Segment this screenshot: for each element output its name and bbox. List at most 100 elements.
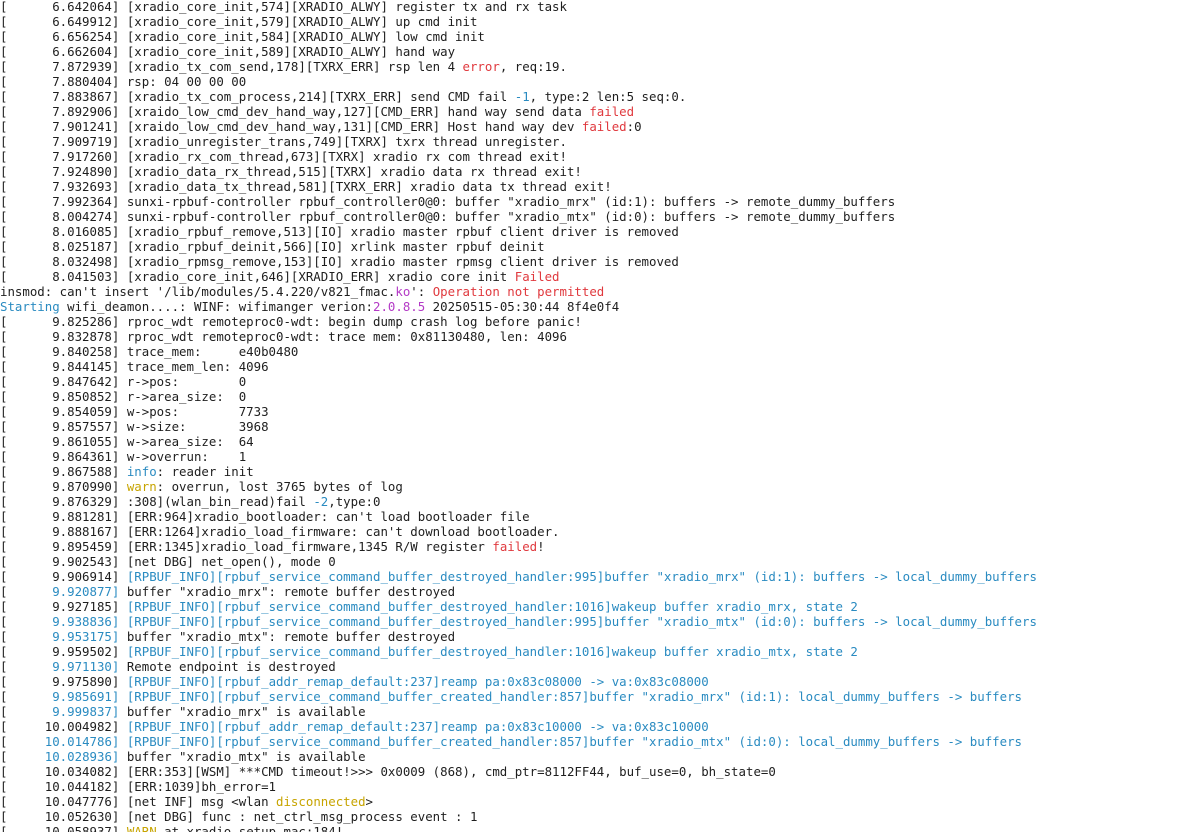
log-segment: [ 9.975890] bbox=[0, 674, 127, 689]
log-segment: WARN bbox=[126, 824, 157, 832]
log-segment: [ 7.901241] [xraido_low_cmd_dev_hand_way… bbox=[0, 119, 582, 134]
log-segment: [ 9.825286] rproc_wdt remoteproc0-wdt: b… bbox=[0, 314, 582, 329]
log-segment: disconnected bbox=[276, 794, 366, 809]
log-segment: [ 7.909719] [xradio_unregister_trans,749… bbox=[0, 134, 567, 149]
log-line: [ 8.016085] [xradio_rpbuf_remove,513][IO… bbox=[0, 224, 679, 239]
log-segment: [ 6.662604] [xradio_core_init,589][XRADI… bbox=[0, 44, 456, 59]
log-line: [ 9.953175] buffer "xradio_mtx": remote … bbox=[0, 629, 455, 644]
log-line: [ 9.847642] r->pos: 0 bbox=[0, 374, 246, 389]
log-line: [ 9.975890] [RPBUF_INFO][rpbuf_addr_rema… bbox=[0, 674, 709, 689]
log-segment: ko bbox=[395, 284, 411, 299]
log-segment: [ 10.044182] [ERR:1039]bh_error=1 bbox=[0, 779, 277, 794]
log-segment: failed bbox=[492, 539, 538, 554]
log-line: [ 6.662604] [xradio_core_init,589][XRADI… bbox=[0, 44, 455, 59]
log-segment: [ 9.927185] bbox=[0, 599, 127, 614]
log-line: [ 10.014786] [RPBUF_INFO][rpbuf_service_… bbox=[0, 734, 1022, 749]
log-segment: [ 9.861055] w->area_size: 64 bbox=[0, 434, 254, 449]
log-segment: > bbox=[365, 794, 374, 809]
log-line: [ 9.850852] r->area_size: 0 bbox=[0, 389, 246, 404]
log-segment: error bbox=[462, 59, 500, 74]
log-line: [ 9.999837] buffer "xradio_mrx" is avail… bbox=[0, 704, 366, 719]
log-segment: [ 9.959502] bbox=[0, 644, 127, 659]
log-line: [ 10.034082] [ERR:353][WSM] ***CMD timeo… bbox=[0, 764, 776, 779]
log-line: [ 7.909719] [xradio_unregister_trans,749… bbox=[0, 134, 567, 149]
log-segment: -1 bbox=[514, 89, 530, 104]
log-line: [ 6.642064] [xradio_core_init,574][XRADI… bbox=[0, 0, 567, 14]
log-line: [ 9.825286] rproc_wdt remoteproc0-wdt: b… bbox=[0, 314, 582, 329]
log-line: [ 8.041503] [xradio_core_init,646][XRADI… bbox=[0, 269, 560, 284]
log-line: [ 9.876329] :308](wlan_bin_read)fail -2,… bbox=[0, 494, 380, 509]
log-segment: failed bbox=[589, 104, 635, 119]
log-segment: 2.0.8.5 bbox=[373, 299, 426, 314]
log-line: [ 9.920877] buffer "xradio_mrx": remote … bbox=[0, 584, 455, 599]
log-segment: [ 6.656254] [xradio_core_init,584][XRADI… bbox=[0, 29, 485, 44]
log-line: [ 10.044182] [ERR:1039]bh_error=1 bbox=[0, 779, 276, 794]
log-line: [ 10.004982] [RPBUF_INFO][rpbuf_addr_rem… bbox=[0, 719, 709, 734]
log-line: [ 9.861055] w->area_size: 64 bbox=[0, 434, 254, 449]
log-segment: 10.014786] [RPBUF_INFO][rpbuf_service_co… bbox=[44, 734, 1022, 749]
log-line: [ 9.927185] [RPBUF_INFO][rpbuf_service_c… bbox=[0, 599, 858, 614]
log-segment: [ 9.870990] bbox=[0, 479, 127, 494]
log-segment: :0 bbox=[626, 119, 642, 134]
log-segment: -2 bbox=[313, 494, 329, 509]
log-segment: [ bbox=[0, 749, 45, 764]
log-segment: [RPBUF_INFO][rpbuf_service_command_buffe… bbox=[126, 599, 858, 614]
log-segment: [ 9.850852] r->area_size: 0 bbox=[0, 389, 247, 404]
log-segment: : reader init bbox=[156, 464, 254, 479]
log-segment: buffer "xradio_mtx" is available bbox=[119, 749, 366, 764]
log-line: [ 9.895459] [ERR:1345]xradio_load_firmwa… bbox=[0, 539, 545, 554]
log-segment: [ 8.041503] [xradio_core_init,646][XRADI… bbox=[0, 269, 515, 284]
log-line: [ 8.004274] sunxi-rpbuf-controller rpbuf… bbox=[0, 209, 895, 224]
log-segment: [ 7.880404] rsp: 04 00 00 00 bbox=[0, 74, 247, 89]
log-line: [ 9.864361] w->overrun: 1 bbox=[0, 449, 246, 464]
log-segment: ': bbox=[410, 284, 433, 299]
log-line: Starting wifi_deamon....: WINF: wifimang… bbox=[0, 299, 619, 314]
log-segment: [ 9.854059] w->pos: 7733 bbox=[0, 404, 269, 419]
log-line: [ 9.870990] warn: overrun, lost 3765 byt… bbox=[0, 479, 403, 494]
log-segment: [ 9.876329] :308](wlan_bin_read)fail bbox=[0, 494, 314, 509]
log-line: [ 6.649912] [xradio_core_init,579][XRADI… bbox=[0, 14, 477, 29]
log-segment: buffer "xradio_mrx": remote buffer destr… bbox=[119, 584, 456, 599]
log-segment: , type:2 len:5 seq:0. bbox=[529, 89, 687, 104]
log-segment: Starting bbox=[0, 299, 60, 314]
log-segment: 9.920877] bbox=[52, 584, 120, 599]
log-segment: 9.953175] bbox=[52, 629, 120, 644]
log-segment: 10.028936] bbox=[44, 749, 120, 764]
log-segment: [ 9.840258] trace_mem: e40b0480 bbox=[0, 344, 299, 359]
log-segment: 9.985691] [RPBUF_INFO][rpbuf_service_com… bbox=[52, 689, 1022, 704]
log-segment: buffer "xradio_mrx" is available bbox=[119, 704, 366, 719]
log-line: [ 9.881281] [ERR:964]xradio_bootloader: … bbox=[0, 509, 530, 524]
log-segment: Remote endpoint is destroyed bbox=[119, 659, 336, 674]
terminal-output[interactable]: [ 6.642064] [xradio_core_init,574][XRADI… bbox=[0, 0, 1204, 832]
log-segment: wifi_deamon....: WINF: wifimanger verion… bbox=[59, 299, 373, 314]
log-segment: [ 8.032498] [xradio_rpmsg_remove,153][IO… bbox=[0, 254, 679, 269]
log-segment: Failed bbox=[514, 269, 560, 284]
log-line: [ 10.058937] WARN at xradio_setup_mac:18… bbox=[0, 824, 343, 832]
log-line: insmod: can't insert '/lib/modules/5.4.2… bbox=[0, 284, 604, 299]
log-segment: [ 7.992364] sunxi-rpbuf-controller rpbuf… bbox=[0, 194, 896, 209]
log-segment: [ bbox=[0, 734, 45, 749]
log-segment: [ 7.917260] [xradio_rx_com_thread,673][T… bbox=[0, 149, 567, 164]
log-segment: at xradio_setup_mac:184! bbox=[156, 824, 344, 832]
log-segment: [ 6.649912] [xradio_core_init,579][XRADI… bbox=[0, 14, 478, 29]
log-segment: [ bbox=[0, 659, 53, 674]
log-line: [ 7.992364] sunxi-rpbuf-controller rpbuf… bbox=[0, 194, 895, 209]
log-line: [ 7.872939] [xradio_tx_com_send,178][TXR… bbox=[0, 59, 567, 74]
log-line: [ 8.025187] [xradio_rpbuf_deinit,566][IO… bbox=[0, 239, 545, 254]
log-segment: [ 9.832878] rproc_wdt remoteproc0-wdt: t… bbox=[0, 329, 567, 344]
log-line: [ 9.888167] [ERR:1264]xradio_load_firmwa… bbox=[0, 524, 560, 539]
log-segment: [ 9.895459] [ERR:1345]xradio_load_firmwa… bbox=[0, 539, 493, 554]
log-segment: [ 10.052630] [net DBG] func : net_ctrl_m… bbox=[0, 809, 478, 824]
log-segment: [ 7.872939] [xradio_tx_com_send,178][TXR… bbox=[0, 59, 463, 74]
log-segment: [ 10.034082] [ERR:353][WSM] ***CMD timeo… bbox=[0, 764, 776, 779]
log-segment: [RPBUF_INFO][rpbuf_addr_remap_default:23… bbox=[126, 674, 709, 689]
log-segment: [ bbox=[0, 689, 53, 704]
log-segment: [ 7.883867] [xradio_tx_com_process,214][… bbox=[0, 89, 515, 104]
log-line: [ 7.924890] [xradio_data_rx_thread,515][… bbox=[0, 164, 582, 179]
log-segment: [ 8.004274] sunxi-rpbuf-controller rpbuf… bbox=[0, 209, 896, 224]
log-segment: [ 8.025187] [xradio_rpbuf_deinit,566][IO… bbox=[0, 239, 545, 254]
log-segment: [ 10.047776] [net INF] msg <wlan bbox=[0, 794, 277, 809]
log-line: [ 6.656254] [xradio_core_init,584][XRADI… bbox=[0, 29, 485, 44]
log-line: [ 7.901241] [xraido_low_cmd_dev_hand_way… bbox=[0, 119, 642, 134]
log-line: [ 7.932693] [xradio_data_tx_thread,581][… bbox=[0, 179, 612, 194]
